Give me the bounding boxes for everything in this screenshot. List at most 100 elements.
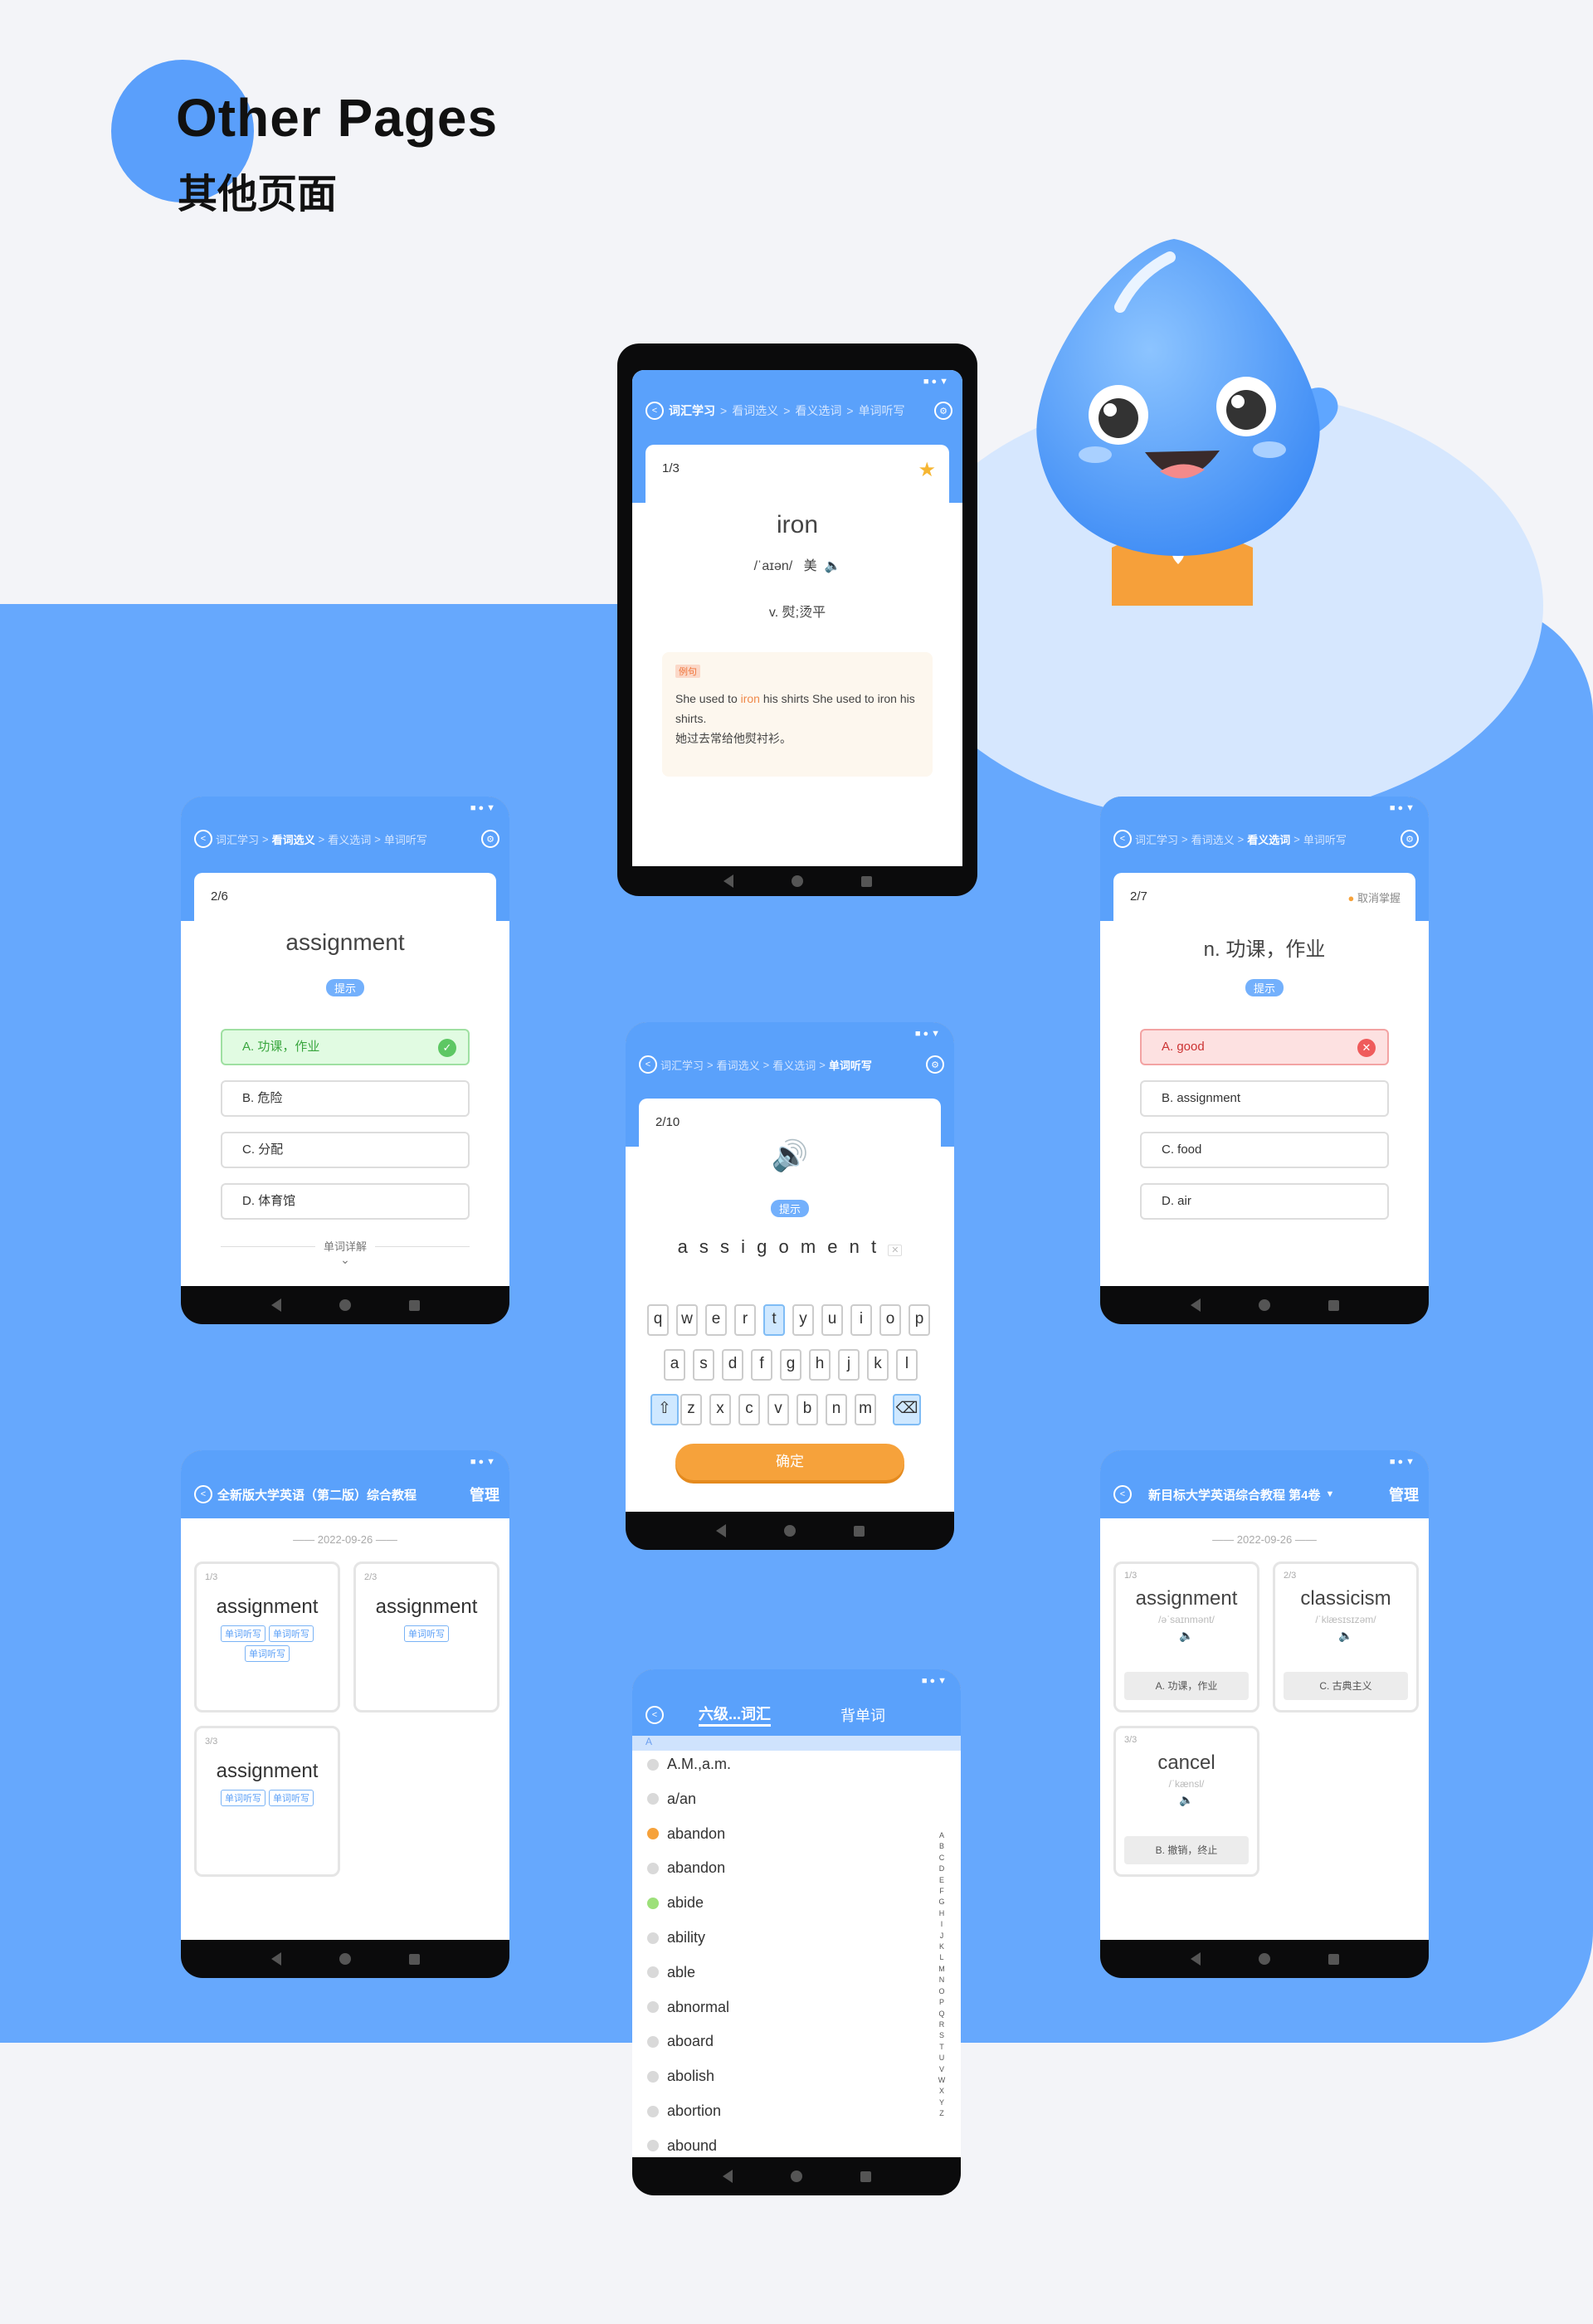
word-list-item[interactable]: abortion	[647, 2102, 721, 2120]
word-card[interactable]: 3/3 assignment 单词听写 单词听写	[194, 1726, 340, 1877]
back-icon[interactable]: <	[194, 1485, 212, 1503]
crumb-dictation[interactable]: 单词听写	[859, 402, 905, 419]
speaker-icon[interactable]: 🔈	[1275, 1629, 1416, 1643]
word-list-item[interactable]: abandon	[647, 1859, 725, 1877]
nav-home-icon[interactable]	[339, 1299, 351, 1311]
nav-recent-icon[interactable]	[1328, 1953, 1339, 1965]
nav-back-icon[interactable]	[722, 2170, 733, 2183]
crumb-dictation[interactable]: 单词听写	[384, 831, 427, 847]
unmaster-toggle[interactable]: ● 取消掌握	[1348, 889, 1401, 905]
key-b[interactable]: b	[796, 1394, 818, 1425]
option-c[interactable]: C. food	[1140, 1132, 1389, 1168]
key-d[interactable]: d	[722, 1349, 743, 1381]
nav-back-icon[interactable]	[715, 1524, 726, 1537]
manage-button[interactable]: 管理	[470, 1484, 499, 1505]
settings-icon[interactable]: ⚙	[926, 1055, 944, 1074]
crumb-meaning-to-word[interactable]: 看义选词	[328, 831, 371, 847]
key-a[interactable]: a	[664, 1349, 685, 1381]
nav-home-icon[interactable]	[339, 1953, 351, 1965]
crumb-vocab-study[interactable]: 词汇学习	[1135, 831, 1178, 847]
manage-button[interactable]: 管理	[1389, 1484, 1419, 1505]
crumb-dictation[interactable]: 单词听写	[1303, 831, 1347, 847]
key-q[interactable]: q	[647, 1304, 669, 1336]
nav-home-icon[interactable]	[1258, 1299, 1270, 1311]
settings-icon[interactable]: ⚙	[934, 402, 952, 420]
crumb-vocab-study[interactable]: 词汇学习	[660, 1057, 704, 1073]
key-h[interactable]: h	[809, 1349, 831, 1381]
word-list-item[interactable]: abandon	[647, 1825, 725, 1843]
key-r[interactable]: r	[734, 1304, 756, 1336]
nav-recent-icon[interactable]	[408, 1299, 420, 1311]
word-card[interactable]: 1/3 assignment/əˈsaɪnmənt/🔈 A. 功课，作业	[1113, 1562, 1259, 1713]
hint-button[interactable]: 提示	[770, 1200, 809, 1217]
back-icon[interactable]: <	[1113, 1485, 1132, 1503]
nav-home-icon[interactable]	[790, 2171, 802, 2182]
word-card[interactable]: 3/3 cancel/ˈkænsl/🔈 B. 撤销，终止	[1113, 1726, 1259, 1877]
crumb-meaning-to-word[interactable]: 看义选词	[795, 402, 841, 419]
back-icon[interactable]: <	[1113, 830, 1132, 848]
back-icon[interactable]: <	[645, 1705, 664, 1724]
word-list-item[interactable]: ability	[647, 1929, 705, 1946]
nav-back-icon[interactable]	[723, 875, 733, 888]
settings-icon[interactable]: ⚙	[1401, 830, 1419, 848]
key-z[interactable]: z	[680, 1394, 702, 1425]
shift-key-icon[interactable]: ⇧	[650, 1394, 679, 1425]
key-p[interactable]: p	[909, 1304, 930, 1336]
nav-back-icon[interactable]	[1190, 1952, 1201, 1966]
crumb-word-to-meaning[interactable]: 看词选义	[717, 1057, 760, 1073]
key-v[interactable]: v	[767, 1394, 789, 1425]
word-list-item[interactable]: abolish	[647, 2068, 714, 2085]
key-g[interactable]: g	[780, 1349, 801, 1381]
option-a[interactable]: A. good ✕	[1140, 1029, 1389, 1065]
tab-cet6-vocab[interactable]: 六级...词汇	[699, 1703, 772, 1727]
word-list-item[interactable]: abide	[647, 1894, 704, 1912]
word-list-item[interactable]: able	[647, 1964, 695, 1981]
back-icon[interactable]: <	[639, 1055, 657, 1074]
crumb-word-to-meaning[interactable]: 看词选义	[1191, 831, 1235, 847]
key-k[interactable]: k	[867, 1349, 889, 1381]
word-card[interactable]: 2/3 assignment 单词听写	[353, 1562, 499, 1713]
settings-icon[interactable]: ⚙	[481, 830, 499, 848]
key-m[interactable]: m	[855, 1394, 876, 1425]
word-list-item[interactable]: A.M.,a.m.	[647, 1756, 731, 1773]
nav-recent-icon[interactable]	[853, 1525, 865, 1537]
alphabet-index[interactable]: ABCDEFGHIJKLMNOPQRSTUVWXYZ	[938, 1830, 946, 2120]
nav-recent-icon[interactable]	[1328, 1299, 1339, 1311]
word-list-item[interactable]: a/an	[647, 1791, 696, 1808]
nav-recent-icon[interactable]	[860, 2171, 871, 2182]
key-n[interactable]: n	[826, 1394, 847, 1425]
crumb-meaning-to-word[interactable]: 看义选词	[1247, 831, 1290, 847]
key-x[interactable]: x	[709, 1394, 731, 1425]
back-icon[interactable]: <	[194, 830, 212, 848]
star-icon[interactable]: ★	[918, 458, 936, 482]
key-w[interactable]: w	[676, 1304, 698, 1336]
word-card[interactable]: 1/3 assignment 单词听写 单词听写单词听写	[194, 1562, 340, 1713]
word-detail-link[interactable]: 单词详解	[314, 1240, 375, 1253]
speaker-icon[interactable]: 🔈	[1116, 1629, 1257, 1643]
crumb-word-to-meaning[interactable]: 看词选义	[272, 831, 315, 847]
crumb-vocab-study[interactable]: 词汇学习	[216, 831, 259, 847]
crumb-dictation[interactable]: 单词听写	[829, 1057, 872, 1073]
speaker-icon[interactable]: 🔈	[1116, 1793, 1257, 1807]
dropdown-icon[interactable]: ▼	[1326, 1489, 1335, 1499]
key-y[interactable]: y	[792, 1304, 814, 1336]
nav-back-icon[interactable]	[270, 1952, 281, 1966]
key-e[interactable]: e	[705, 1304, 727, 1336]
nav-recent-icon[interactable]	[860, 875, 872, 887]
key-t[interactable]: t	[763, 1304, 785, 1336]
crumb-meaning-to-word[interactable]: 看义选词	[772, 1057, 816, 1073]
expand-chevron-icon[interactable]: ⌄	[194, 1253, 496, 1267]
word-card[interactable]: 2/3 classicism/ˈklæsɪsɪzəm/🔈 C. 古典主义	[1273, 1562, 1419, 1713]
nav-back-icon[interactable]	[270, 1298, 281, 1312]
backspace-key-icon[interactable]: ⌫	[893, 1394, 921, 1425]
key-s[interactable]: s	[693, 1349, 714, 1381]
key-o[interactable]: o	[879, 1304, 901, 1336]
hint-button[interactable]: 提示	[325, 979, 364, 996]
crumb-word-to-meaning[interactable]: 看词选义	[732, 402, 778, 419]
word-list-item[interactable]: aboard	[647, 2033, 714, 2050]
option-d[interactable]: D. air	[1140, 1183, 1389, 1220]
key-l[interactable]: l	[896, 1349, 918, 1381]
key-j[interactable]: j	[838, 1349, 860, 1381]
word-list-item[interactable]: abound	[647, 2137, 717, 2155]
word-list-item[interactable]: abnormal	[647, 1999, 729, 2016]
